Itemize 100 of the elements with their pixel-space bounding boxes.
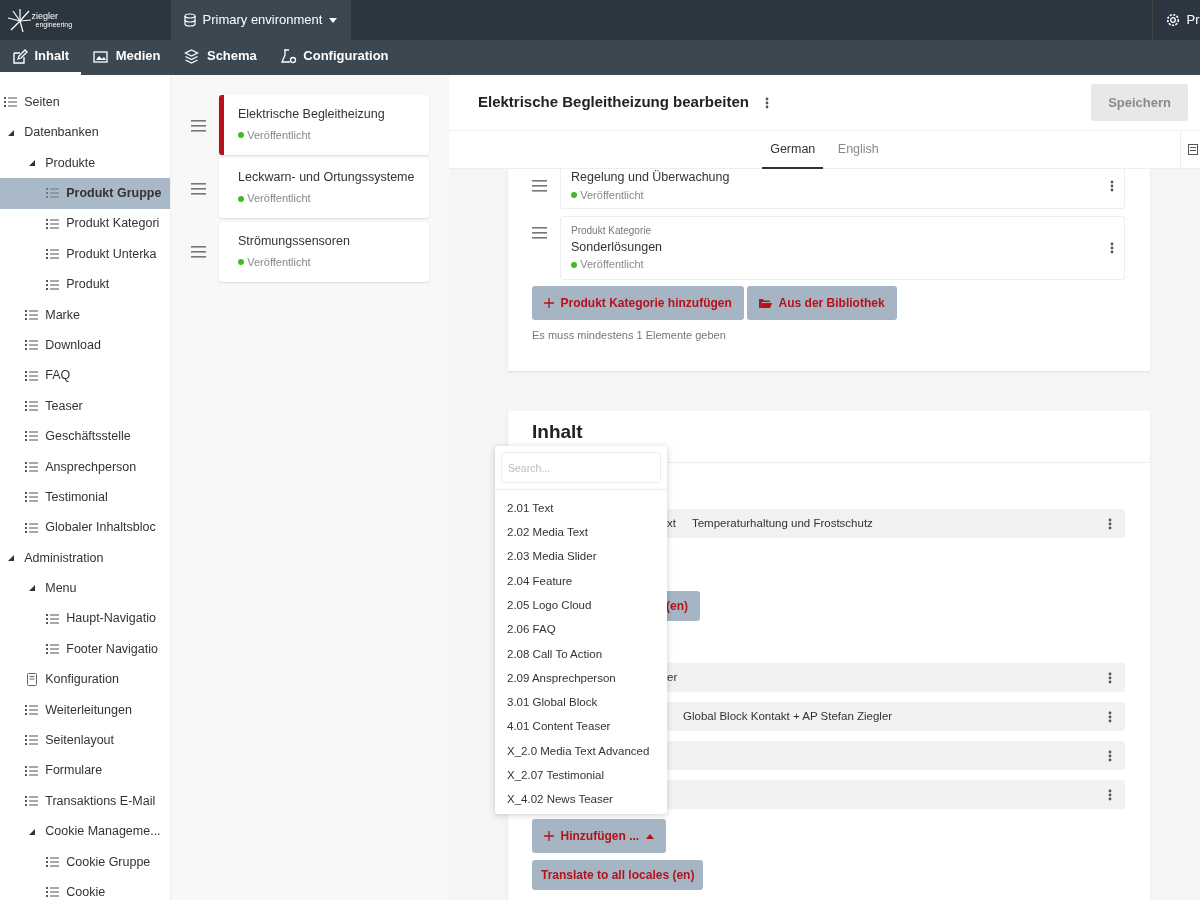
block-type-option[interactable]: 2.05 Logo Cloud bbox=[495, 593, 667, 618]
block-type-option[interactable]: X_2.0 Media Text Advanced bbox=[495, 739, 667, 764]
tree-item[interactable]: Globaler Inhaltsbloc bbox=[0, 512, 170, 543]
tree-item[interactable]: Konfiguration bbox=[0, 664, 170, 695]
list-icon bbox=[25, 400, 38, 413]
caret-icon bbox=[645, 833, 654, 839]
status-dot bbox=[571, 191, 577, 198]
category-item[interactable]: Produkt Kategorie Sonderlösungen Veröffentlicht bbox=[560, 215, 1125, 280]
list-icon bbox=[46, 217, 59, 230]
block-type-option[interactable]: 2.03 Media Slider bbox=[495, 544, 667, 570]
list-icon bbox=[46, 643, 59, 656]
search-field[interactable]: Search... bbox=[501, 452, 661, 484]
tree-item[interactable]: Produkt Kategori bbox=[0, 208, 170, 239]
more-icon bbox=[1108, 749, 1112, 762]
tree-item[interactable]: Produkt Gruppe bbox=[0, 178, 170, 209]
more-icon bbox=[1108, 788, 1112, 801]
tree-item[interactable]: FAQ bbox=[0, 360, 170, 391]
block-type-option[interactable]: 2.04 Feature bbox=[495, 569, 667, 594]
plus-icon bbox=[544, 831, 554, 842]
block-type-option[interactable]: X_2.07 Testimonial bbox=[495, 763, 667, 788]
item-type: Produkt Kategorie bbox=[571, 223, 653, 238]
list-icon bbox=[46, 855, 59, 868]
panel-icon bbox=[1187, 144, 1198, 155]
document-icon bbox=[26, 673, 37, 687]
tree-item[interactable]: Transaktions E-Mail bbox=[0, 786, 170, 817]
tree-item[interactable]: Geschäftsstelle bbox=[0, 421, 170, 452]
tree-item[interactable]: Administration bbox=[0, 542, 170, 574]
list-icon bbox=[25, 704, 38, 716]
status-dot bbox=[571, 261, 577, 268]
flask-icon bbox=[280, 48, 297, 64]
layers-icon bbox=[184, 48, 201, 64]
tree-item[interactable]: Formulare bbox=[0, 755, 170, 786]
database-icon bbox=[184, 13, 196, 27]
list-icon bbox=[25, 369, 38, 382]
tree-item[interactable]: Download bbox=[0, 330, 170, 361]
tree-item[interactable]: Seitenlayout bbox=[0, 725, 170, 756]
tree-item[interactable]: Cookie bbox=[0, 877, 170, 900]
tree-item[interactable]: Produkt Unterka bbox=[0, 238, 170, 270]
tree-item[interactable]: Ansprechperson bbox=[0, 451, 170, 483]
status-text: Veröffentlicht bbox=[580, 187, 644, 203]
edit-icon bbox=[12, 48, 28, 64]
list-icon bbox=[25, 521, 38, 534]
item-title: Regelung und Überwachung bbox=[571, 169, 731, 186]
list-icon bbox=[4, 96, 17, 109]
tree-item[interactable]: Datenbanken bbox=[0, 117, 170, 148]
tree-item[interactable]: Testimonial bbox=[0, 482, 170, 513]
drag-handle-icon bbox=[532, 226, 547, 239]
list-icon bbox=[46, 187, 59, 200]
list-icon bbox=[46, 248, 59, 261]
hint-text: Es muss mindestens 1 Elemente geben bbox=[532, 327, 727, 343]
list-icon bbox=[25, 460, 38, 473]
tree-item[interactable]: Haupt-Navigatio bbox=[0, 603, 170, 635]
tree-item[interactable]: Footer Navigatio bbox=[0, 634, 170, 665]
tree-item[interactable]: Cookie Manageme... bbox=[0, 816, 170, 847]
list-icon bbox=[46, 278, 59, 291]
more-icon bbox=[765, 96, 770, 109]
entry-title: Strömungssensoren bbox=[238, 232, 351, 250]
entry-card[interactable]: Leckwarn- und Ortungssysteme Veröffentlicht bbox=[219, 158, 429, 219]
list-icon bbox=[25, 308, 38, 321]
tree-item[interactable]: Menu bbox=[0, 573, 170, 604]
tree-item[interactable]: Produkte bbox=[0, 147, 170, 179]
more-icon bbox=[1108, 671, 1112, 684]
image-icon bbox=[93, 48, 110, 64]
more-icon bbox=[1110, 241, 1114, 254]
drag-handle-icon bbox=[532, 180, 547, 193]
block-type-option[interactable]: X_4.02 News Teaser bbox=[495, 787, 667, 813]
category-item[interactable]: Regelung und Überwachung Veröffentlicht bbox=[560, 169, 1125, 209]
section-heading: Inhalt bbox=[532, 421, 583, 444]
tree-item[interactable]: Cookie Gruppe bbox=[0, 846, 170, 878]
status-text: Veröffentlicht bbox=[580, 257, 644, 273]
more-icon bbox=[1108, 710, 1112, 723]
tree-item[interactable]: Teaser bbox=[0, 390, 170, 422]
item-title: Sonderlösungen bbox=[571, 238, 664, 256]
more-icon bbox=[1108, 517, 1112, 530]
status-dot bbox=[238, 195, 244, 202]
entry-card[interactable]: Elektrische Begleitheizung Veröffentlicht bbox=[219, 95, 429, 155]
settings-icon bbox=[1166, 13, 1180, 27]
entry-title: Leckwarn- und Ortungssysteme bbox=[238, 169, 415, 187]
entry-card[interactable]: Strömungssensoren Veröffentlicht bbox=[219, 221, 429, 282]
tree-item[interactable]: Weiterleitungen bbox=[0, 694, 170, 726]
nav-tab[interactable]: Configuration bbox=[268, 40, 401, 75]
plus-icon bbox=[544, 298, 554, 309]
nav-tab[interactable]: Medien bbox=[81, 40, 173, 75]
tree-item[interactable]: Produkt bbox=[0, 269, 170, 300]
folder-icon bbox=[759, 298, 773, 309]
status-text: Veröffentlicht bbox=[247, 254, 311, 270]
starburst-icon bbox=[6, 7, 32, 33]
language-tab[interactable]: English bbox=[829, 131, 887, 170]
nav-tab[interactable]: Schema bbox=[172, 40, 269, 75]
tree-item[interactable]: Marke bbox=[0, 299, 170, 331]
list-icon bbox=[25, 795, 38, 808]
nav-tab[interactable]: Inhalt bbox=[0, 40, 82, 75]
environment-dropdown[interactable]: Primary environment bbox=[171, 0, 351, 40]
block-title: Global Block Kontakt + AP Stefan Ziegler bbox=[683, 709, 893, 725]
block-type-option[interactable]: 2.06 FAQ bbox=[495, 617, 667, 643]
status-dot bbox=[238, 258, 244, 265]
list-icon bbox=[25, 339, 38, 352]
block-type: er bbox=[667, 670, 678, 686]
tree-item[interactable]: Seiten bbox=[0, 87, 170, 118]
logo-text: ziegler bbox=[31, 12, 59, 21]
